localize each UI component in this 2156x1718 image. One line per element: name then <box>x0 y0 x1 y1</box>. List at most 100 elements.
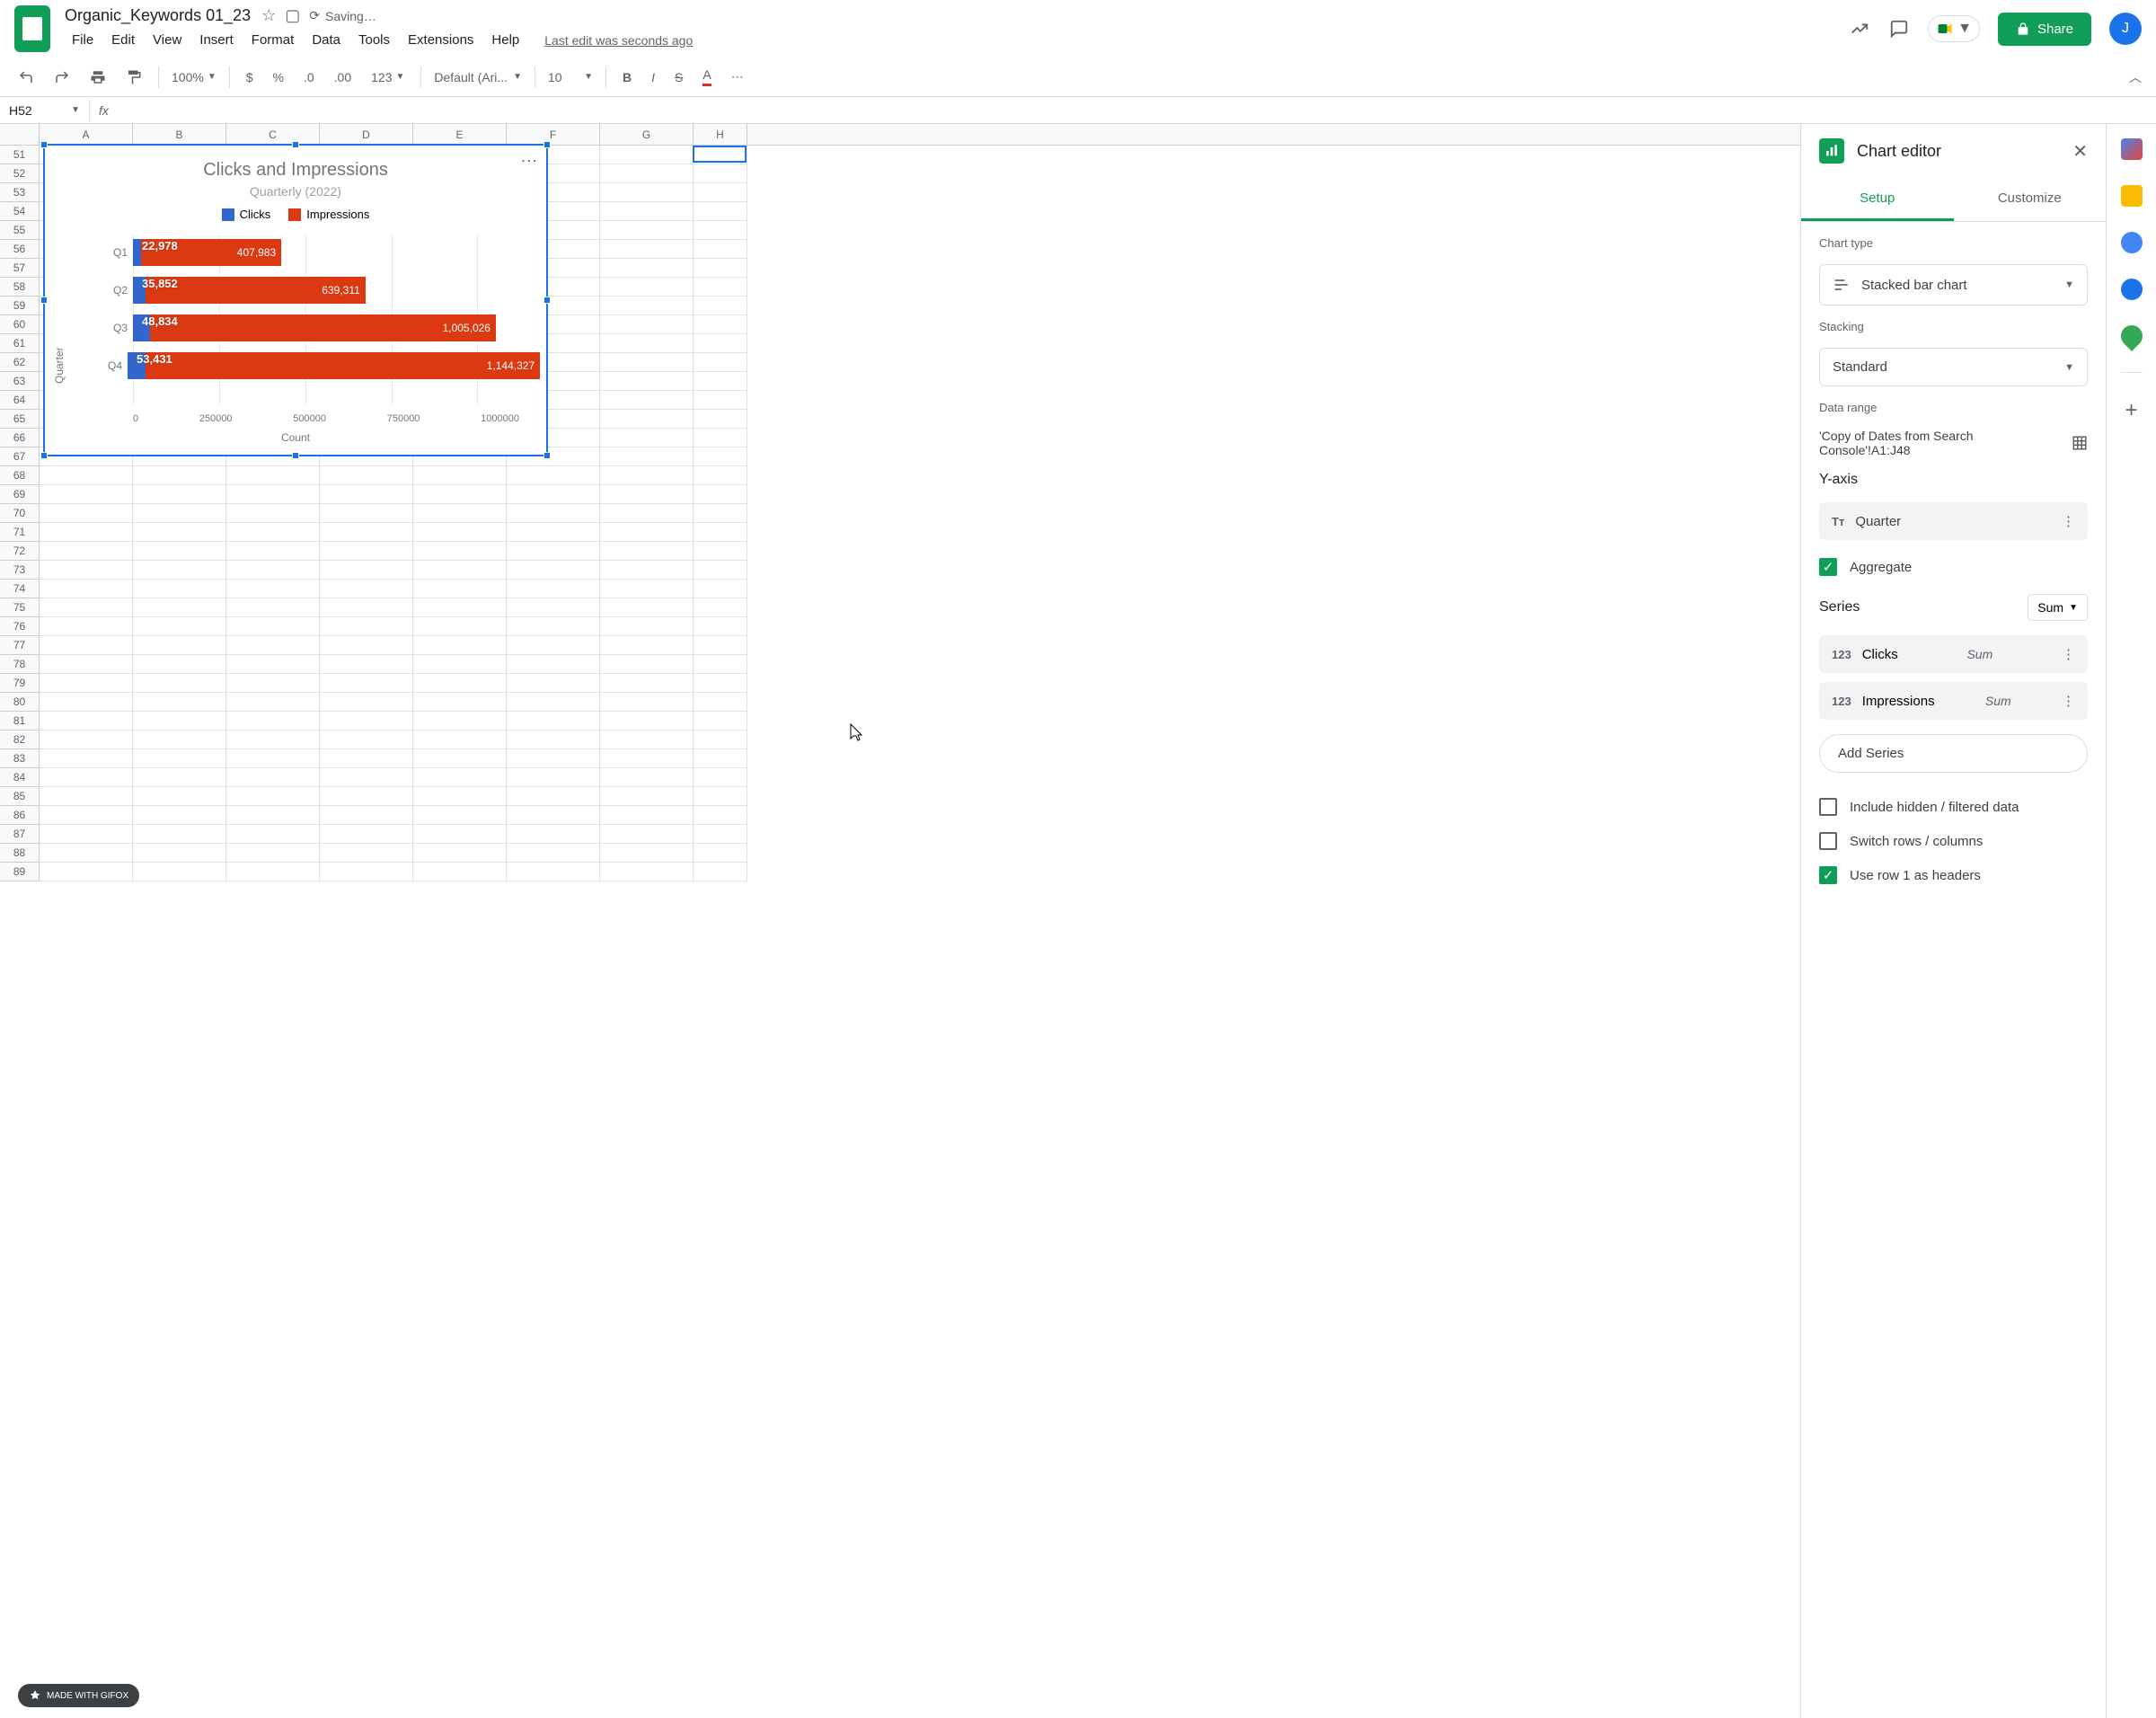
star-icon[interactable]: ☆ <box>261 6 276 25</box>
cell[interactable] <box>694 240 747 259</box>
cell[interactable] <box>226 655 320 674</box>
row-header[interactable]: 76 <box>0 617 40 636</box>
tab-customize[interactable]: Customize <box>1954 178 2107 221</box>
comments-icon[interactable] <box>1888 18 1910 40</box>
cell[interactable] <box>600 485 694 504</box>
cell[interactable] <box>694 712 747 731</box>
row-header[interactable]: 64 <box>0 391 40 410</box>
cell[interactable] <box>40 712 133 731</box>
cell[interactable] <box>694 146 747 164</box>
cell[interactable] <box>226 787 320 806</box>
cell[interactable] <box>507 806 600 825</box>
cell[interactable] <box>40 617 133 636</box>
cell[interactable] <box>226 806 320 825</box>
row-header[interactable]: 53 <box>0 183 40 202</box>
row-header[interactable]: 69 <box>0 485 40 504</box>
cell[interactable] <box>507 768 600 787</box>
cell[interactable] <box>133 787 226 806</box>
row-header[interactable]: 77 <box>0 636 40 655</box>
cell[interactable] <box>694 485 747 504</box>
cell[interactable] <box>320 768 413 787</box>
cell[interactable] <box>320 863 413 881</box>
cell[interactable] <box>133 863 226 881</box>
cell[interactable] <box>507 523 600 542</box>
y-axis-chip[interactable]: Tᴛ Quarter ⋮ <box>1819 502 2088 540</box>
text-color-button[interactable]: A <box>699 64 714 90</box>
cell[interactable] <box>694 580 747 598</box>
row-header[interactable]: 56 <box>0 240 40 259</box>
cell[interactable] <box>507 863 600 881</box>
cell[interactable] <box>600 372 694 391</box>
cell[interactable] <box>694 259 747 278</box>
cell[interactable] <box>507 466 600 485</box>
cell[interactable] <box>507 749 600 768</box>
row-header[interactable]: 86 <box>0 806 40 825</box>
cell[interactable] <box>600 183 694 202</box>
col-header-D[interactable]: D <box>320 124 413 145</box>
cell[interactable] <box>413 466 507 485</box>
close-icon[interactable]: ✕ <box>2072 140 2088 163</box>
cell[interactable] <box>40 466 133 485</box>
menu-file[interactable]: File <box>65 29 101 51</box>
cell[interactable] <box>600 353 694 372</box>
last-edit[interactable]: Last edit was seconds ago <box>537 30 700 51</box>
cell[interactable] <box>320 466 413 485</box>
cell[interactable] <box>600 278 694 297</box>
cell[interactable] <box>600 315 694 334</box>
chart-type-select[interactable]: Stacked bar chart ▼ <box>1819 264 2088 306</box>
row-header[interactable]: 66 <box>0 429 40 447</box>
cell[interactable] <box>600 447 694 466</box>
name-box[interactable]: H52▼ <box>0 100 90 121</box>
row-header[interactable]: 55 <box>0 221 40 240</box>
cell[interactable] <box>320 712 413 731</box>
aggregate-checkbox[interactable]: ✓ <box>1819 558 1837 576</box>
cell[interactable] <box>413 806 507 825</box>
add-addon-icon[interactable]: + <box>2125 398 2137 423</box>
cell[interactable] <box>226 863 320 881</box>
cell[interactable] <box>600 221 694 240</box>
row-header[interactable]: 74 <box>0 580 40 598</box>
cell[interactable] <box>226 731 320 749</box>
cell[interactable] <box>133 749 226 768</box>
cell[interactable] <box>694 221 747 240</box>
cell[interactable] <box>226 485 320 504</box>
cell[interactable] <box>694 768 747 787</box>
cell[interactable] <box>694 183 747 202</box>
data-range-value[interactable]: 'Copy of Dates from Search Console'!A1:J… <box>1819 429 2063 457</box>
cell[interactable] <box>133 712 226 731</box>
cell[interactable] <box>413 523 507 542</box>
cell[interactable] <box>40 731 133 749</box>
row-header[interactable]: 81 <box>0 712 40 731</box>
cell[interactable] <box>694 429 747 447</box>
cell[interactable] <box>40 806 133 825</box>
cell[interactable] <box>40 523 133 542</box>
series-chip[interactable]: 123ImpressionsSum⋮ <box>1819 682 2088 720</box>
cell[interactable] <box>600 391 694 410</box>
cell[interactable] <box>40 674 133 693</box>
row-header[interactable]: 65 <box>0 410 40 429</box>
row-header[interactable]: 58 <box>0 278 40 297</box>
cell[interactable] <box>226 617 320 636</box>
col-header-C[interactable]: C <box>226 124 320 145</box>
cell[interactable] <box>694 542 747 561</box>
col-header-A[interactable]: A <box>40 124 133 145</box>
row-header[interactable]: 54 <box>0 202 40 221</box>
menu-data[interactable]: Data <box>305 29 348 51</box>
row-header[interactable]: 52 <box>0 164 40 183</box>
cell[interactable] <box>40 580 133 598</box>
cell[interactable] <box>133 844 226 863</box>
percent-button[interactable]: % <box>270 66 287 88</box>
cell[interactable] <box>694 693 747 712</box>
cell[interactable] <box>413 863 507 881</box>
cell[interactable] <box>226 768 320 787</box>
cell[interactable] <box>413 561 507 580</box>
cell[interactable] <box>133 731 226 749</box>
cell[interactable] <box>600 202 694 221</box>
cell[interactable] <box>40 844 133 863</box>
row-header[interactable]: 51 <box>0 146 40 164</box>
cell[interactable] <box>226 844 320 863</box>
cell[interactable] <box>226 504 320 523</box>
cell[interactable] <box>226 712 320 731</box>
cell[interactable] <box>694 202 747 221</box>
add-series-button[interactable]: Add Series <box>1819 734 2088 773</box>
